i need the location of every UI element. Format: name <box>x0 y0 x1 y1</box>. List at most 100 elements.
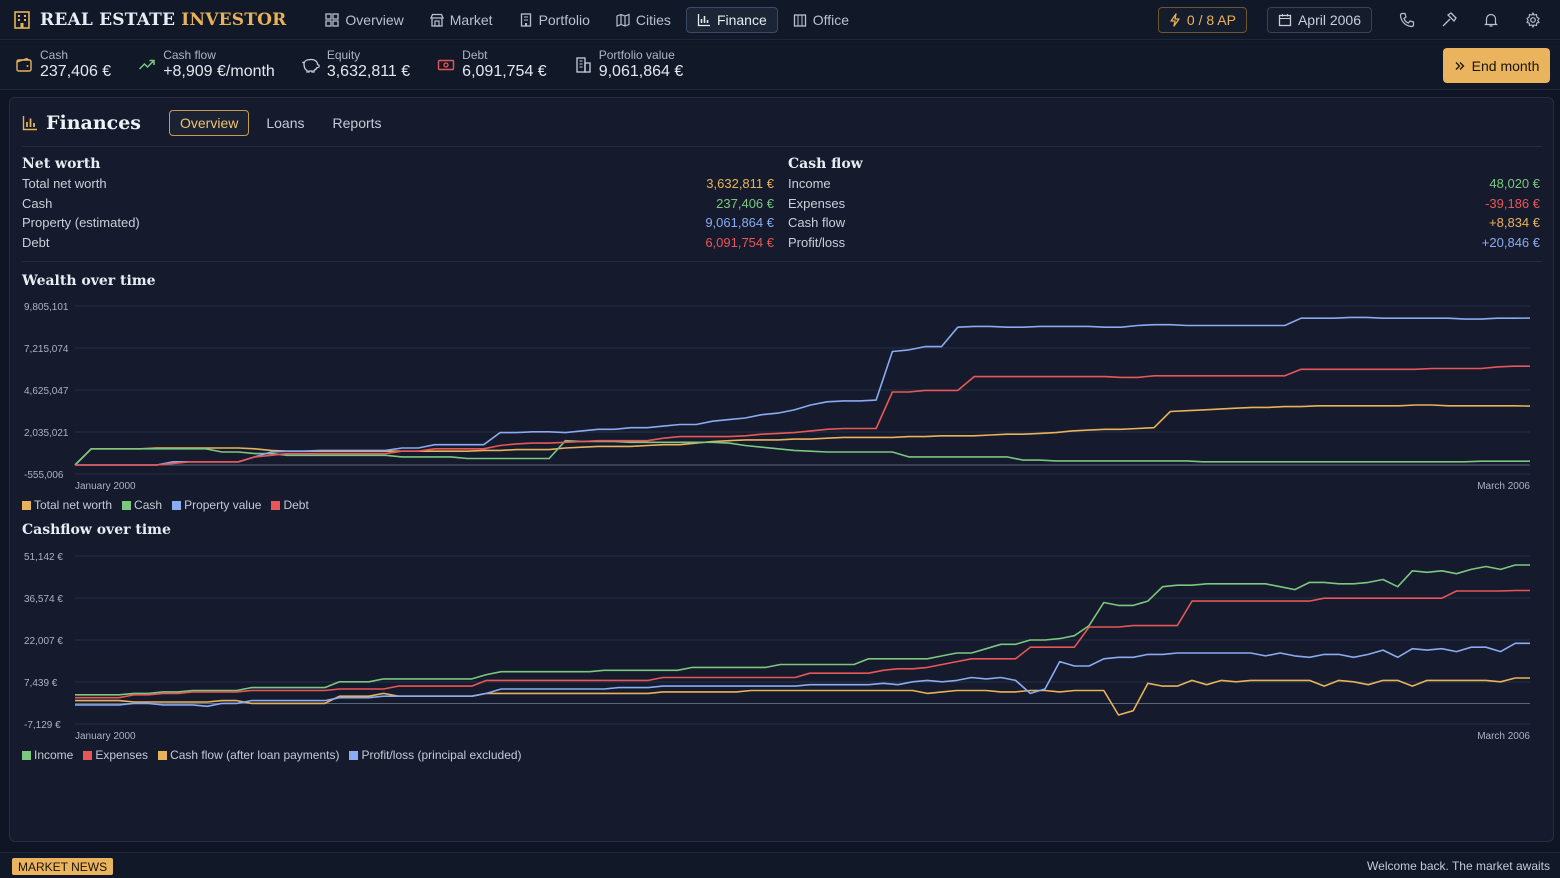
x-tick-label-start: January 2000 <box>75 731 136 742</box>
summary-row: Property (estimated) 9,061,864 € <box>22 215 774 235</box>
stat-cashflow-value: +8,909 €/month <box>163 63 275 80</box>
nav-tab-label: Finance <box>716 11 767 28</box>
hammer-icon <box>1442 12 1457 27</box>
nav-tab-finance[interactable]: Finance <box>685 6 778 33</box>
cashflow-chart: 51,142 € 36,574 € 22,007 € 7,439 € -7,129 € J… <box>24 552 1530 742</box>
app-logo[interactable]: REAL ESTATE INVESTOR <box>12 10 286 30</box>
nav-tab-label: Office <box>812 11 850 28</box>
row-value: 48,020 € <box>1489 176 1540 191</box>
row-value: 237,406 € <box>716 195 774 211</box>
tab-loans[interactable]: Loans <box>255 110 315 136</box>
bell-icon <box>1484 13 1498 27</box>
summary-row: Total net worth 3,632,811 € <box>22 176 774 196</box>
legend-label: Total net worth <box>34 498 113 512</box>
legend-label: Property value <box>184 498 262 512</box>
row-value: +8,834 € <box>1489 215 1540 230</box>
buildings-icon <box>576 57 591 73</box>
legend-item[interactable]: Income <box>22 748 73 762</box>
y-tick-label: 36,574 € <box>24 594 63 605</box>
current-date: April 2006 <box>1297 12 1361 28</box>
legend-item[interactable]: Debt <box>271 498 309 512</box>
header-divider <box>22 146 1542 147</box>
nav-tab-cities[interactable]: Cities <box>605 7 682 33</box>
action-points-badge[interactable]: 0 / 8 AP <box>1157 7 1247 33</box>
nav-tab-label: Market <box>449 11 493 28</box>
y-tick-label: -7,129 € <box>24 720 61 731</box>
wealth-chart: 9,805,101 7,215,074 4,625,047 2,035,021 -555… <box>24 302 1531 492</box>
nav-tab-market[interactable]: Market <box>419 7 504 33</box>
nav-tab-label: Cities <box>635 11 671 28</box>
cashflow-summary: Cash flow Income 48,020 € Expenses -39,186… <box>788 156 1540 254</box>
row-label: Profit/loss <box>788 234 846 250</box>
nav-tab-office[interactable]: Office <box>782 7 860 33</box>
wallet-icon <box>16 57 32 72</box>
news-footer: MARKET NEWS Welcome back. The market awa… <box>0 852 1560 878</box>
map-icon <box>616 13 630 27</box>
legend-item[interactable]: Cash flow (after loan payments) <box>158 748 339 762</box>
row-label: Income <box>788 176 831 191</box>
lightning-icon <box>1170 13 1180 27</box>
x-tick-label-end: March 2006 <box>1477 731 1530 742</box>
legend-label: Income <box>34 748 74 762</box>
stat-equity-value: 3,632,811 € <box>326 63 411 80</box>
app-title-primary: REAL ESTATE <box>40 9 176 30</box>
office-icon <box>793 13 806 27</box>
nav-tab-label: Portfolio <box>538 11 590 28</box>
app-title-accent: INVESTOR <box>181 9 287 30</box>
fast-forward-icon <box>1455 61 1465 70</box>
cashflow-chart-title: Cashflow over time <box>22 522 171 538</box>
notifications-button[interactable] <box>1470 0 1512 40</box>
finances-panel: Finances Overview Loans Reports Net wort… <box>9 97 1554 842</box>
stat-debt-value: 6,091,754 € <box>462 63 547 80</box>
legend-item[interactable]: Expenses <box>83 748 148 762</box>
y-tick-label: 22,007 € <box>24 636 63 647</box>
series-line <box>75 316 1531 466</box>
stat-portfolio-label: Portfolio value <box>598 48 675 62</box>
nav-right-controls: 0 / 8 AP April 2006 <box>1157 0 1560 40</box>
building-icon <box>520 12 531 27</box>
tab-overview[interactable]: Overview <box>169 110 250 136</box>
market-news-badge[interactable]: MARKET NEWS <box>12 858 114 875</box>
summary-row: Cash flow +8,834 € <box>788 215 1540 235</box>
cashflow-legend: Income Expenses Cash flow (after loan pa… <box>22 748 522 762</box>
legend-label: Cash <box>134 498 163 512</box>
top-navbar: REAL ESTATE INVESTOR Overview Market Por… <box>0 0 1560 40</box>
store-icon <box>429 13 444 27</box>
phone-button[interactable] <box>1386 0 1428 40</box>
stat-cashflow-label: Cash flow <box>163 48 216 62</box>
row-value: +20,846 € <box>1481 234 1540 250</box>
banknote-icon <box>437 59 455 71</box>
legend-label: Cash flow (after loan payments) <box>170 748 340 762</box>
networth-heading: Net worth <box>22 156 101 172</box>
settings-button[interactable] <box>1512 0 1554 40</box>
stat-debt: Debt 6,091,754 € <box>434 48 547 82</box>
calendar-icon <box>1278 14 1292 27</box>
end-month-button[interactable]: End month <box>1443 48 1550 83</box>
legend-label: Profit/loss (principal excluded) <box>361 748 522 762</box>
tools-button[interactable] <box>1428 0 1470 40</box>
piggy-bank-icon <box>301 58 320 73</box>
row-label: Cash flow <box>788 215 846 230</box>
stat-portfolio-value: 9,061,864 € <box>598 63 684 80</box>
nav-tab-portfolio[interactable]: Portfolio <box>508 7 601 33</box>
news-ticker: Welcome back. The market awaits <box>1367 859 1550 873</box>
row-value: 6,091,754 € <box>705 234 774 250</box>
legend-item[interactable]: Property value <box>172 498 261 512</box>
gear-icon <box>1526 12 1540 28</box>
tab-reports[interactable]: Reports <box>322 110 393 136</box>
legend-item[interactable]: Profit/loss (principal excluded) <box>349 748 522 762</box>
stat-cash-label: Cash <box>40 48 69 62</box>
page-title: Finances <box>46 112 141 134</box>
legend-item[interactable]: Total net worth <box>22 498 112 512</box>
y-tick-label: 51,142 € <box>24 552 63 563</box>
row-value: -39,186 € <box>1485 195 1540 211</box>
phone-icon <box>1399 12 1415 28</box>
finances-tabs: Overview Loans Reports <box>169 110 393 136</box>
summary-row: Debt 6,091,754 € <box>22 235 774 255</box>
y-tick-label: -555,006 <box>24 470 64 481</box>
nav-tab-overview[interactable]: Overview <box>314 7 414 33</box>
row-label: Expenses <box>788 195 846 211</box>
action-points-value: 0 / 8 AP <box>1186 12 1236 28</box>
date-display[interactable]: April 2006 <box>1266 7 1372 33</box>
legend-item[interactable]: Cash <box>122 498 162 512</box>
